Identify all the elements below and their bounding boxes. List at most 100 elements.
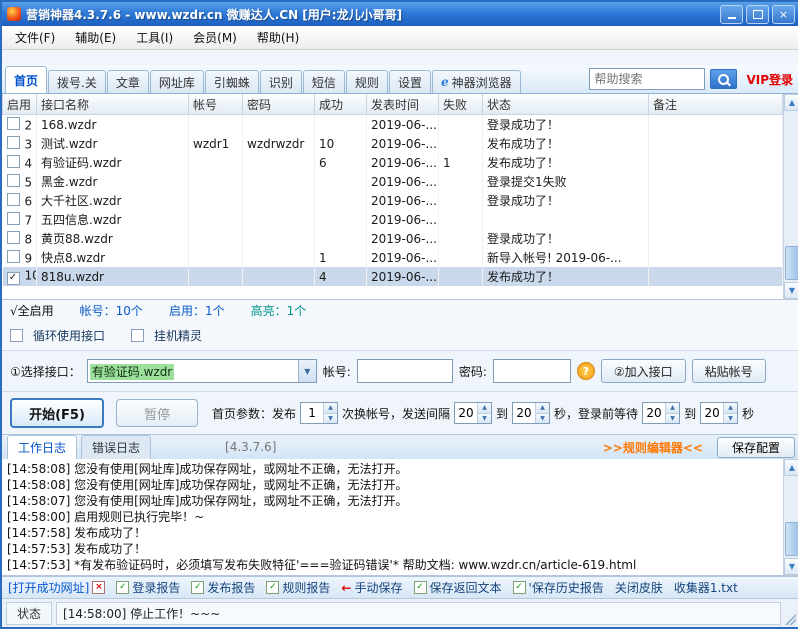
login-report[interactable]: ✓登录报告	[116, 579, 180, 596]
log-scrollbar[interactable]: ▲ ▼	[783, 459, 798, 575]
save-history-report[interactable]: ✓'保存历史报告	[513, 579, 604, 596]
pause-button[interactable]: 暂停	[116, 399, 198, 427]
interval-from-input[interactable]	[455, 403, 477, 423]
collector-file[interactable]: 收集器1.txt	[674, 579, 738, 596]
table-row-3[interactable]: 3测试.wzdrwzdr1wzdrwzdr102019-06-...发布成功了！	[3, 134, 783, 153]
paste-account-button[interactable]: 粘贴帐号	[692, 359, 766, 383]
table-row-10[interactable]: ✓10818u.wzdr42019-06-...发布成功了！	[3, 267, 783, 286]
spin-down-icon[interactable]: ▼	[478, 413, 491, 424]
row-checkbox[interactable]	[7, 231, 20, 244]
table-scrollbar[interactable]: ▲ ▼	[783, 94, 798, 299]
interval-to-input[interactable]	[513, 403, 535, 423]
checkbox-checked-icon[interactable]: ✓	[513, 581, 526, 594]
row-checkbox[interactable]	[7, 136, 20, 149]
scroll-up-icon[interactable]: ▲	[784, 459, 798, 476]
tab-5[interactable]: 识别	[260, 70, 302, 93]
tab-8[interactable]: 设置	[389, 70, 431, 93]
checkbox-checked-icon[interactable]: ✓	[414, 581, 427, 594]
close-skin[interactable]: 关闭皮肤	[615, 579, 663, 596]
spin-down-icon[interactable]: ▼	[724, 413, 737, 424]
row-checkbox[interactable]	[7, 117, 20, 130]
spin-up-icon[interactable]: ▲	[724, 403, 737, 413]
tab-0[interactable]: 首页	[5, 66, 47, 93]
help-icon[interactable]: ?	[577, 362, 595, 380]
row-checkbox[interactable]	[7, 155, 20, 168]
table-row-7[interactable]: 7五四信息.wzdr2019-06-...	[3, 210, 783, 229]
column-header-2[interactable]: 帐号	[189, 94, 243, 115]
hangup-elf-option[interactable]: 挂机精灵	[131, 327, 202, 344]
row-checkbox[interactable]	[7, 174, 20, 187]
save-config-button[interactable]: 保存配置	[717, 437, 795, 458]
column-header-3[interactable]: 密码	[243, 94, 315, 115]
tab-work-log[interactable]: 工作日志	[7, 435, 77, 459]
column-header-6[interactable]: 失败	[439, 94, 483, 115]
table-row-5[interactable]: 5黑金.wzdr2019-06-...登录提交1失败	[3, 172, 783, 191]
rule-report[interactable]: ✓规则报告	[266, 579, 330, 596]
table-row-2[interactable]: 2168.wzdr2019-06-...登录成功了！	[3, 115, 783, 135]
scroll-up-icon[interactable]: ▲	[784, 94, 798, 111]
minimize-button[interactable]	[720, 5, 743, 24]
tab-error-log[interactable]: 错误日志	[81, 435, 151, 459]
tab-6[interactable]: 短信	[303, 70, 345, 93]
spin-up-icon[interactable]: ▲	[478, 403, 491, 413]
loop-interface-option[interactable]: 循环使用接口	[10, 327, 105, 344]
tab-4[interactable]: 引蜘蛛	[205, 70, 259, 93]
start-button[interactable]: 开始(F5)	[10, 398, 104, 428]
resize-grip[interactable]	[785, 614, 796, 625]
spin-down-icon[interactable]: ▼	[324, 413, 337, 424]
vip-login-link[interactable]: VIP登录	[746, 71, 793, 88]
row-checkbox[interactable]	[7, 193, 20, 206]
scroll-down-icon[interactable]: ▼	[784, 282, 798, 299]
spin-up-icon[interactable]: ▲	[666, 403, 679, 413]
close-button[interactable]: ×	[772, 5, 795, 24]
wait-to-input[interactable]	[701, 403, 723, 423]
column-header-4[interactable]: 成功	[315, 94, 367, 115]
manual-save[interactable]: ←手动保存	[341, 579, 402, 596]
checkbox-checked-icon[interactable]: ✓	[116, 581, 129, 594]
add-interface-button[interactable]: ②加入接口	[601, 359, 686, 383]
search-button[interactable]	[710, 69, 737, 89]
tab-1[interactable]: 拨号.关	[48, 70, 106, 93]
chevron-down-icon[interactable]: ▼	[298, 360, 316, 382]
checkbox-checked-icon[interactable]: ✓	[266, 581, 279, 594]
spin-down-icon[interactable]: ▼	[666, 413, 679, 424]
interface-combobox[interactable]: 有验证码.wzdr ▼	[87, 359, 317, 383]
checkbox-x-icon[interactable]: ×	[92, 581, 105, 594]
password-input[interactable]	[493, 359, 571, 383]
menu-item-1[interactable]: 辅助(E)	[65, 27, 126, 48]
scroll-down-icon[interactable]: ▼	[784, 558, 798, 575]
column-header-8[interactable]: 备注	[649, 94, 783, 115]
table-row-9[interactable]: 9快点8.wzdr12019-06-...新导入帐号! 2019-06-...	[3, 248, 783, 267]
column-header-7[interactable]: 状态	[483, 94, 649, 115]
tab-7[interactable]: 规则	[346, 70, 388, 93]
column-header-0[interactable]: 启用	[3, 94, 37, 115]
save-return-text[interactable]: ✓保存返回文本	[414, 579, 502, 596]
help-search-input[interactable]	[589, 68, 705, 90]
rule-editor-link[interactable]: >>规则编辑器<<	[603, 439, 703, 456]
open-success-url[interactable]: [打开成功网址]×	[8, 579, 105, 596]
publish-report[interactable]: ✓发布报告	[191, 579, 255, 596]
spin-up-icon[interactable]: ▲	[536, 403, 549, 413]
tab-2[interactable]: 文章	[107, 70, 149, 93]
wait-from-input[interactable]	[643, 403, 665, 423]
menu-item-3[interactable]: 会员(M)	[183, 27, 247, 48]
hangup-elf-checkbox[interactable]	[131, 329, 144, 342]
row-checkbox[interactable]	[7, 250, 20, 263]
tab-3[interactable]: 网址库	[150, 70, 204, 93]
tab-9[interactable]: e神器浏览器	[432, 70, 521, 93]
table-row-6[interactable]: 6大千社区.wzdr2019-06-...登录成功了！	[3, 191, 783, 210]
table-row-4[interactable]: 4有验证码.wzdr62019-06-...1发布成功了！	[3, 153, 783, 172]
loop-interface-checkbox[interactable]	[10, 329, 23, 342]
menu-item-2[interactable]: 工具(I)	[126, 27, 183, 48]
scrollbar-thumb[interactable]	[785, 522, 798, 556]
account-input[interactable]	[357, 359, 453, 383]
maximize-button[interactable]	[746, 5, 769, 24]
column-header-1[interactable]: 接口名称	[37, 94, 189, 115]
checkbox-checked-icon[interactable]: ✓	[191, 581, 204, 594]
column-header-5[interactable]: 发表时间	[367, 94, 439, 115]
menu-item-0[interactable]: 文件(F)	[5, 27, 65, 48]
scrollbar-thumb[interactable]	[785, 246, 798, 280]
enable-all-toggle[interactable]: √全启用	[10, 302, 54, 319]
table-row-8[interactable]: 8黄页88.wzdr2019-06-...登录成功了！	[3, 229, 783, 248]
menu-item-4[interactable]: 帮助(H)	[247, 27, 309, 48]
